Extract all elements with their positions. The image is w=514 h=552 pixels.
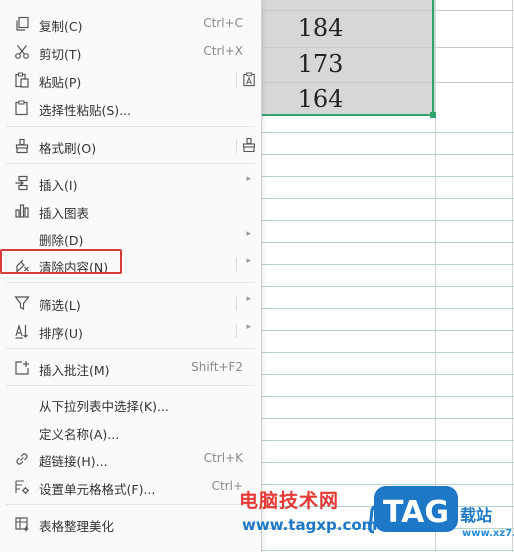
menu-item-label: 表格整理美化: [39, 519, 115, 534]
menu-item-cut[interactable]: 剪切(T) Ctrl+X: [0, 38, 261, 65]
menu-item-insert-chart[interactable]: 插入图表: [0, 197, 261, 224]
format-cells-icon: [12, 477, 32, 497]
paste-options-icon[interactable]: [241, 71, 257, 87]
scissors-icon: [12, 42, 32, 62]
menu-item-shortcut: Ctrl+X: [203, 44, 243, 58]
watermark-badge-text: TAG: [383, 495, 449, 530]
menu-item-label: 定义名称(A)...: [39, 427, 120, 442]
menu-item-copy[interactable]: 复制(C) Ctrl+C: [0, 10, 261, 37]
submenu-arrow-icon: ▸: [246, 294, 251, 304]
menu-item-label: 超链接(H)...: [39, 454, 108, 469]
link-icon: [12, 449, 32, 469]
menu-item-insert[interactable]: 插入(I) ▸: [0, 169, 261, 196]
comment-icon: [12, 358, 32, 378]
table-beautify-icon: [12, 514, 32, 534]
menu-item-shortcut: Shift+F2: [191, 360, 243, 374]
menu-item-delete[interactable]: 删除(D) ▸: [0, 224, 261, 251]
insert-icon: [12, 173, 32, 193]
copy-icon: [12, 14, 32, 34]
menu-separator: [6, 282, 255, 283]
paste-icon: [12, 70, 32, 90]
menu-item-filter[interactable]: 筛选(L) ▸: [0, 289, 261, 316]
menu-item-label: 删除(D): [39, 233, 84, 248]
menu-separator: [6, 163, 255, 164]
watermark-site-name: 电脑技术网: [239, 490, 340, 512]
fill-handle[interactable]: [430, 112, 436, 118]
format-painter-lock-icon[interactable]: [241, 137, 257, 153]
submenu-arrow-icon: ▸: [246, 256, 251, 266]
menu-item-label: 设置单元格格式(F)...: [39, 482, 156, 497]
menu-separator: [6, 504, 255, 505]
menu-item-label: 插入(I): [39, 178, 78, 193]
highlight-box: [0, 249, 122, 274]
filter-icon: [12, 293, 32, 313]
menu-separator: [6, 126, 255, 127]
menu-item-paste-special[interactable]: 选择性粘贴(S)...: [0, 94, 261, 121]
menu-item-insert-comment[interactable]: 插入批注(M) Shift+F2: [0, 354, 261, 381]
menu-item-label: 从下拉列表中选择(K)...: [39, 399, 169, 414]
menu-item-format-cells[interactable]: 设置单元格格式(F)... Ctrl+: [0, 473, 261, 500]
menu-item-label: 剪切(T): [39, 47, 82, 62]
menu-item-label: 选择性粘贴(S)...: [39, 103, 132, 118]
menu-item-label: 筛选(L): [39, 298, 81, 313]
menu-item-sort[interactable]: 排序(U) ▸: [0, 317, 261, 344]
watermark-tag-logo: TAG: [368, 484, 460, 538]
watermark-tail-url: www.xz7.com: [462, 528, 514, 539]
menu-item-label: 插入图表: [39, 206, 90, 221]
format-painter-icon: [12, 136, 32, 156]
menu-item-label: 复制(C): [39, 19, 83, 34]
watermark-tail: 载站: [460, 506, 493, 525]
menu-item-shortcut: Ctrl+K: [203, 451, 243, 465]
menu-item-shortcut: Ctrl+C: [203, 16, 243, 30]
menu-item-label: 排序(U): [39, 326, 83, 341]
menu-item-format-painter[interactable]: 格式刷(O): [0, 132, 261, 159]
menu-item-hyperlink[interactable]: 超链接(H)... Ctrl+K: [0, 445, 261, 472]
menu-item-label: 插入批注(M): [39, 363, 110, 378]
menu-item-pick-from-list[interactable]: 从下拉列表中选择(K)...: [0, 390, 261, 417]
menu-item-label: 格式刷(O): [39, 141, 97, 156]
watermark-url: www.tagxp.com: [242, 516, 378, 534]
menu-separator: [6, 348, 255, 349]
menu-item-table-beautify[interactable]: 表格整理美化: [0, 510, 261, 537]
menu-item-paste[interactable]: 粘贴(P): [0, 66, 261, 93]
context-menu: 复制(C) Ctrl+C 剪切(T) Ctrl+X 粘贴(P) 选择性粘贴(S)…: [0, 0, 262, 552]
paste-special-icon: [12, 98, 32, 118]
sort-icon: [12, 321, 32, 341]
menu-item-define-name[interactable]: 定义名称(A)...: [0, 418, 261, 445]
submenu-arrow-icon: ▸: [246, 174, 251, 184]
submenu-arrow-icon: ▸: [246, 229, 251, 239]
menu-item-label: 粘贴(P): [39, 75, 82, 90]
submenu-arrow-icon: ▸: [246, 322, 251, 332]
menu-separator: [6, 385, 255, 386]
bar-chart-icon: [12, 201, 32, 221]
